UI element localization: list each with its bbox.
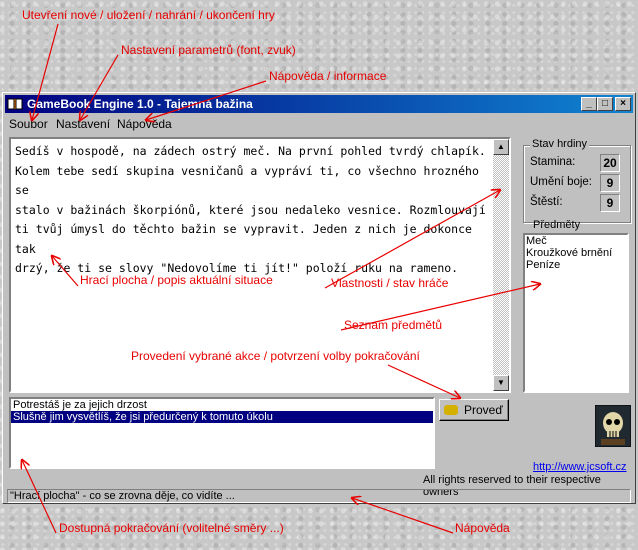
- execute-button-label: Proveď: [464, 403, 503, 417]
- minimize-button[interactable]: _: [581, 97, 597, 111]
- items-box: Předměty Meč Kroužkové brnění Peníze: [523, 219, 629, 393]
- book-icon: [7, 98, 23, 110]
- choices-list: Potrestáš je za jejich drzost Slušně jim…: [9, 397, 435, 469]
- status-bar: "Hrací plocha" - co se zrovna děje, co v…: [7, 489, 631, 503]
- app-window: GameBook Engine 1.0 - Tajemná bažina _ □…: [2, 92, 636, 504]
- pointing-hand-icon: [444, 405, 458, 415]
- luck-label: Štěstí:: [530, 196, 563, 208]
- skill-label: Umění boje:: [530, 176, 593, 188]
- annotation-game-area: Hrací plocha / popis aktuální situace: [80, 273, 273, 287]
- items-title: Předměty: [533, 219, 581, 231]
- hero-stats-title: Stav hrdiny: [530, 138, 590, 150]
- annotation-open-save: Utevření nové / uložení / nahrání / ukon…: [22, 8, 275, 22]
- item-entry[interactable]: Meč: [525, 235, 627, 247]
- stamina-label: Stamina:: [530, 156, 576, 168]
- story-scrollbar[interactable]: ▲ ▼: [493, 139, 509, 391]
- annotation-help: Nápověda: [455, 521, 510, 535]
- execute-button[interactable]: Proveď: [439, 399, 509, 421]
- annotation-item-list: Seznam předmětů: [344, 318, 443, 332]
- stamina-value: 20: [600, 154, 620, 172]
- item-entry[interactable]: Kroužkové brnění: [525, 247, 627, 259]
- menu-bar: Soubor Nastavení Nápověda: [5, 115, 633, 133]
- annotation-available-choices: Dostupná pokračování (volitelné směry ..…: [59, 521, 284, 535]
- annotation-player-stats: Vlastnosti / stav hráče: [331, 276, 449, 290]
- scroll-down-button[interactable]: ▼: [493, 375, 509, 391]
- menu-help[interactable]: Nápověda: [117, 117, 172, 131]
- item-entry[interactable]: Peníze: [525, 259, 627, 271]
- window-title: GameBook Engine 1.0 - Tajemná bažina: [27, 97, 253, 111]
- choice-item[interactable]: Potrestáš je za jejich drzost: [11, 399, 433, 411]
- title-bar[interactable]: GameBook Engine 1.0 - Tajemná bažina _ □…: [5, 95, 633, 113]
- annotation-execute-action: Provedení vybrané akce / potvrzení volby…: [131, 349, 420, 363]
- scroll-up-button[interactable]: ▲: [493, 139, 509, 155]
- close-button[interactable]: ×: [615, 97, 631, 111]
- annotation-help-info: Nápověda / informace: [269, 69, 387, 83]
- maximize-button[interactable]: □: [597, 97, 613, 111]
- website-link[interactable]: http://www.jcsoft.cz: [533, 461, 627, 473]
- items-list: Meč Kroužkové brnění Peníze: [525, 235, 627, 391]
- choice-item-selected[interactable]: Slušně jim vysvětlíš, že jsi předurčený …: [11, 411, 433, 423]
- story-text: Sedíš v hospodě, na zádech ostrý meč. Na…: [15, 144, 486, 275]
- annotation-settings: Nastavení parametrů (font, zvuk): [121, 43, 296, 57]
- skull-icon: [595, 405, 631, 447]
- hero-stats-group: Stav hrdiny Stamina: 20 Umění boje: 9 Št…: [523, 138, 631, 223]
- menu-settings[interactable]: Nastavení: [56, 117, 110, 131]
- skill-value: 9: [600, 174, 620, 192]
- menu-file[interactable]: Soubor: [9, 117, 48, 131]
- luck-value: 9: [600, 194, 620, 212]
